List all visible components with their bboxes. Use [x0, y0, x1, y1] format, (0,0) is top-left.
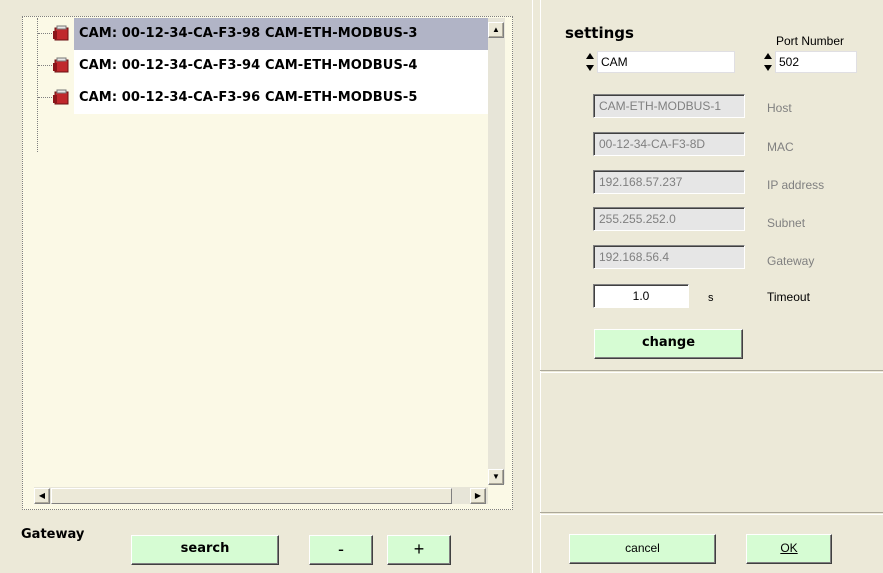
- port-number-input[interactable]: 502: [775, 51, 857, 73]
- tree-item-label: CAM: 00-12-34-CA-F3-96 CAM-ETH-MODBUS-5: [79, 90, 418, 105]
- settings-pane: [540, 0, 883, 573]
- name-spinner-icon[interactable]: [586, 53, 595, 71]
- ip-address-field: 192.168.57.237: [593, 170, 745, 194]
- change-button[interactable]: change: [594, 329, 743, 359]
- scroll-right-icon[interactable]: ▶: [470, 488, 486, 504]
- mac-label: MAC: [767, 140, 794, 154]
- tree-item-device-3[interactable]: CAM: 00-12-34-CA-F3-98 CAM-ETH-MODBUS-3: [24, 18, 488, 50]
- name-input[interactable]: CAM: [597, 51, 735, 73]
- cancel-button[interactable]: cancel: [569, 534, 716, 564]
- divider: [540, 512, 883, 515]
- gateway-field-label: Gateway: [767, 254, 815, 268]
- host-label: Host: [767, 101, 792, 115]
- device-icon: [53, 89, 69, 105]
- ok-button-label: OK: [780, 541, 798, 555]
- vertical-scrollbar[interactable]: [488, 18, 505, 484]
- gateway-field: 192.168.56.4: [593, 245, 745, 269]
- tree-item-label: CAM: 00-12-34-CA-F3-98 CAM-ETH-MODBUS-3: [79, 26, 418, 41]
- tree-item-device-4[interactable]: CAM: 00-12-34-CA-F3-94 CAM-ETH-MODBUS-4: [24, 50, 488, 82]
- device-tree[interactable]: CAM: 00-12-34-CA-F3-98 CAM-ETH-MODBUS-3 …: [24, 18, 488, 484]
- timeout-input[interactable]: 1.0: [593, 284, 689, 308]
- scroll-up-icon[interactable]: ▲: [488, 22, 504, 38]
- tree-item-label: CAM: 00-12-34-CA-F3-94 CAM-ETH-MODBUS-4: [79, 58, 418, 73]
- ok-button[interactable]: OK: [746, 534, 832, 564]
- mac-field: 00-12-34-CA-F3-8D: [593, 132, 745, 156]
- gateway-label: Gateway: [21, 527, 85, 542]
- port-spinner-icon[interactable]: [764, 53, 773, 71]
- timeout-label: Timeout: [767, 290, 810, 304]
- device-icon: [53, 25, 69, 41]
- tree-item-device-5[interactable]: CAM: 00-12-34-CA-F3-96 CAM-ETH-MODBUS-5: [24, 82, 488, 114]
- subnet-field: 255.255.252.0: [593, 207, 745, 231]
- timeout-unit: s: [708, 292, 714, 304]
- add-button[interactable]: +: [387, 535, 451, 565]
- tree-connector-line: [37, 18, 38, 152]
- scroll-down-icon[interactable]: ▼: [488, 469, 504, 485]
- scroll-left-icon[interactable]: ◀: [34, 488, 50, 504]
- horizontal-scroll-thumb[interactable]: [51, 488, 452, 504]
- search-button[interactable]: search: [131, 535, 279, 565]
- divider: [540, 370, 883, 373]
- subnet-label: Subnet: [767, 216, 806, 230]
- port-number-label: Port Number: [776, 34, 845, 48]
- device-icon: [53, 57, 69, 73]
- remove-button[interactable]: -: [309, 535, 373, 565]
- ip-address-label: IP address: [767, 178, 825, 192]
- host-field: CAM-ETH-MODBUS-1: [593, 94, 745, 118]
- settings-title: settings: [565, 24, 634, 42]
